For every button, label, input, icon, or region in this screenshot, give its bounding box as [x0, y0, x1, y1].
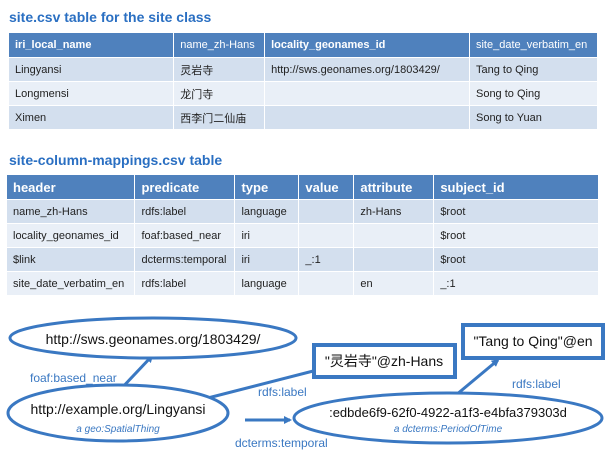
edge-label-rdfs-zh: rdfs:label — [258, 385, 307, 399]
edge-label-rdfs-en: rdfs:label — [512, 377, 561, 391]
node-en-label-text: "Tang to Qing"@en — [473, 333, 592, 349]
rdf-graph: http://sws.geonames.org/1803429/ http://… — [6, 316, 605, 450]
node-geonames-text: http://sws.geonames.org/1803429/ — [46, 331, 261, 347]
node-blank-type: a dcterms:PeriodOfTime — [394, 424, 503, 435]
node-lingyansi-type: a geo:SpatialThing — [76, 424, 160, 435]
edge-label-based-near: foaf:based_near — [30, 371, 117, 385]
node-blank-text: :edbde6f9-62f0-4922-a1f3-e4bfa379303d — [329, 405, 567, 420]
edge-label-temporal: dcterms:temporal — [235, 436, 328, 450]
node-lingyansi-text: http://example.org/Lingyansi — [30, 401, 205, 417]
node-zh-label-text: "灵岩寺"@zh-Hans — [325, 353, 443, 369]
